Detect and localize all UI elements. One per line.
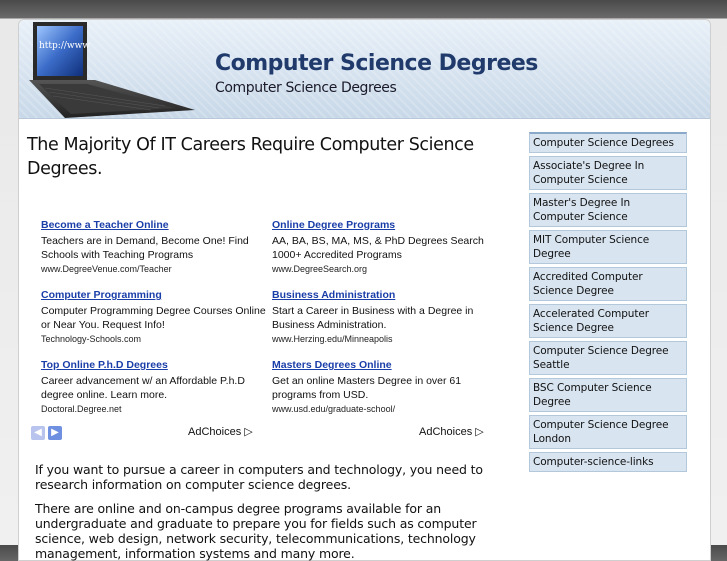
- ad-url[interactable]: Doctoral.Degree.net: [41, 402, 266, 416]
- intro-paragraph: If you want to pursue a career in comput…: [35, 462, 483, 492]
- ad-title-link[interactable]: Computer Programming: [41, 288, 266, 302]
- sidebar-item-associates-degree[interactable]: Associate's Degree In Computer Science: [529, 156, 687, 190]
- ad-url[interactable]: www.DegreeVenue.com/Teacher: [41, 262, 266, 276]
- ad-text: Start a Career in Business with a Degree…: [272, 305, 474, 331]
- ad-item: Masters Degrees Online Get an online Mas…: [272, 358, 497, 416]
- ad-item: Top Online P.h.D Degrees Career advancem…: [41, 358, 266, 416]
- sidebar-item-mit-degree[interactable]: MIT Computer Science Degree: [529, 230, 687, 264]
- site-title: Computer Science Degrees: [215, 51, 538, 76]
- sidebar-item-degree-london[interactable]: Computer Science Degree London: [529, 415, 687, 449]
- ad-item: Online Degree Programs AA, BA, BS, MA, M…: [272, 218, 497, 276]
- ad-item: Become a Teacher Online Teachers are in …: [41, 218, 266, 276]
- sidebar-item-bsc-degree[interactable]: BSC Computer Science Degree: [529, 378, 687, 412]
- programs-paragraph: There are online and on-campus degree pr…: [35, 501, 477, 561]
- ad-block: Become a Teacher Online Teachers are in …: [41, 218, 497, 423]
- sidebar-item-accelerated-degree[interactable]: Accelerated Computer Science Degree: [529, 304, 687, 338]
- ad-url[interactable]: www.Herzing.edu/Minneapolis: [272, 332, 497, 346]
- sidebar-item-links[interactable]: Computer-science-links: [529, 452, 687, 472]
- sidebar-nav: Computer Science Degrees Associate's Deg…: [529, 132, 687, 475]
- adchoices-link[interactable]: AdChoices ▷: [188, 425, 253, 438]
- adchoices-icon: ▷: [244, 426, 253, 438]
- ad-item: Computer Programming Computer Programmin…: [41, 288, 266, 346]
- sidebar-item-degree-seattle[interactable]: Computer Science Degree Seattle: [529, 341, 687, 375]
- ad-url[interactable]: Technology-Schools.com: [41, 332, 266, 346]
- laptop-logo: http://www: [29, 22, 195, 118]
- ad-text: Computer Programming Degree Courses Onli…: [41, 305, 266, 331]
- page-heading: The Majority Of IT Careers Require Compu…: [27, 135, 474, 179]
- adchoices-icon: ▷: [475, 426, 484, 438]
- chevron-left-icon: ◀: [34, 427, 42, 438]
- laptop-screen-text: http://www: [39, 41, 90, 51]
- page-container: http://www Computer Science Degrees Comp…: [18, 19, 711, 561]
- sidebar-item-computer-science-degrees[interactable]: Computer Science Degrees: [529, 132, 687, 153]
- ad-title-link[interactable]: Masters Degrees Online: [272, 358, 497, 372]
- main-content: The Majority Of IT Careers Require Compu…: [27, 133, 497, 561]
- adchoices-label: AdChoices: [188, 426, 242, 438]
- ad-url[interactable]: www.usd.edu/graduate-school/: [272, 402, 497, 416]
- ad-item: Business Administration Start a Career i…: [272, 288, 497, 346]
- ad-text: Teachers are in Demand, Become One! Find…: [41, 235, 249, 261]
- adchoices-label: AdChoices: [419, 426, 473, 438]
- ad-url[interactable]: www.DegreeSearch.org: [272, 262, 497, 276]
- ad-text: Get an online Masters Degree in over 61 …: [272, 375, 462, 401]
- ad-pager: ◀ ▶: [31, 426, 62, 440]
- chevron-right-icon: ▶: [51, 427, 59, 438]
- site-subtitle: Computer Science Degrees: [215, 80, 397, 96]
- sidebar-item-accredited-degree[interactable]: Accredited Computer Science Degree: [529, 267, 687, 301]
- adchoices-link[interactable]: AdChoices ▷: [419, 425, 484, 438]
- ad-title-link[interactable]: Business Administration: [272, 288, 497, 302]
- ad-text: AA, BA, BS, MA, MS, & PhD Degrees Search…: [272, 235, 484, 261]
- ad-prev-button[interactable]: ◀: [31, 426, 45, 440]
- ad-title-link[interactable]: Online Degree Programs: [272, 218, 497, 232]
- ad-text: Career advancement w/ an Affordable P.h.…: [41, 375, 245, 401]
- ad-title-link[interactable]: Become a Teacher Online: [41, 218, 266, 232]
- ad-title-link[interactable]: Top Online P.h.D Degrees: [41, 358, 266, 372]
- site-header: http://www Computer Science Degrees Comp…: [19, 20, 710, 119]
- ad-next-button[interactable]: ▶: [48, 426, 62, 440]
- sidebar-item-masters-degree[interactable]: Master's Degree In Computer Science: [529, 193, 687, 227]
